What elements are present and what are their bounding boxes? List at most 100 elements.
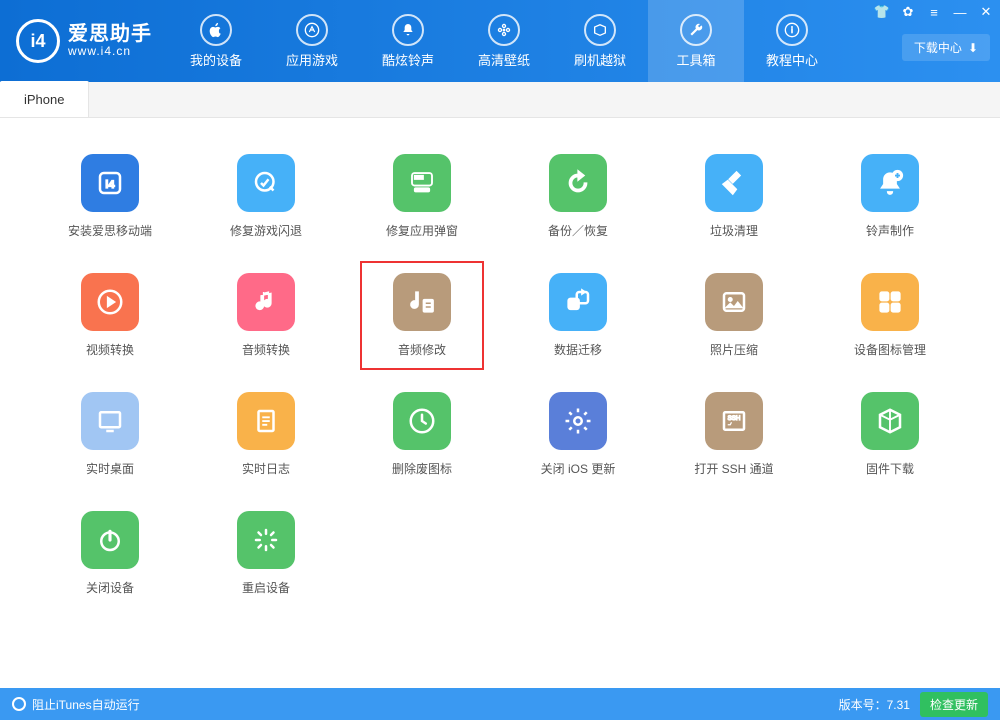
tool-label: 重启设备 [242,579,290,596]
tab-iphone[interactable]: iPhone [0,81,89,117]
tool-audio-convert[interactable]: 音频转换 [198,273,334,358]
brand-sub: www.i4.cn [68,45,152,58]
tool-label: 照片压缩 [710,341,758,358]
tool-label: 音频转换 [242,341,290,358]
tool-label: 实时日志 [242,460,290,477]
tool-label: 打开 SSH 通道 [694,460,773,477]
tool-live-log[interactable]: 实时日志 [198,392,334,477]
window-controls: 👕 ✿ ≡ — ✕ [874,4,994,20]
nav-tutorials[interactable]: 教程中心 [744,0,840,82]
restore-icon [549,154,607,212]
brand-name: 爱思助手 [68,23,152,45]
tool-label: 安装爱思移动端 [68,222,152,239]
notefile-icon [393,273,451,331]
download-center-label: 下载中心 [914,39,962,56]
svg-text:SSH: SSH [728,415,741,422]
block-itunes-label: 阻止iTunes自动运行 [32,696,140,713]
bell-icon [392,14,424,46]
brand-logo: i4 [16,19,60,63]
nav-ringtones[interactable]: 酷炫铃声 [360,0,456,82]
skin-icon[interactable]: 👕 [874,4,890,20]
power-icon [81,511,139,569]
ssh-icon: SSH [705,392,763,450]
settings-icon[interactable]: ✿ [900,4,916,20]
close-button[interactable]: ✕ [978,4,994,20]
tool-label: 视频转换 [86,341,134,358]
nav-wallpapers[interactable]: 高清壁纸 [456,0,552,82]
tool-fix-game-crash[interactable]: 修复游戏闪退 [198,154,334,239]
tool-label: 铃声制作 [866,222,914,239]
nav-label: 我的设备 [190,50,242,69]
play-icon [81,273,139,331]
tool-label: 音频修改 [398,341,446,358]
nav-label: 工具箱 [676,50,715,69]
tool-video-convert[interactable]: 视频转换 [42,273,178,358]
tool-fix-popup[interactable]: 修复应用弹窗 [354,154,490,239]
tool-delete-junk-icons[interactable]: 删除废图标 [354,392,490,477]
appstore-icon [296,14,328,46]
tool-data-migrate[interactable]: 数据迁移 [510,273,646,358]
tool-reboot[interactable]: 重启设备 [198,511,334,596]
box-icon [584,14,616,46]
cube-icon [861,392,919,450]
monitor-icon [81,392,139,450]
appcheck-icon [237,154,295,212]
tool-ringtone-maker[interactable]: 铃声制作 [822,154,958,239]
nav-label: 高清壁纸 [478,50,530,69]
tool-shutdown[interactable]: 关闭设备 [42,511,178,596]
tool-photo-compress[interactable]: 照片压缩 [666,273,802,358]
tool-label: 修复游戏闪退 [230,222,302,239]
tool-live-desktop[interactable]: 实时桌面 [42,392,178,477]
tool-label: 数据迁移 [554,341,602,358]
brand-block: i4 爱思助手 www.i4.cn [0,0,168,82]
toggle-icon [12,697,26,711]
tool-label: 关闭设备 [86,579,134,596]
version-text: 版本号：7.31 [839,696,910,713]
tool-label: 备份／恢复 [548,222,608,239]
grid4-icon [861,273,919,331]
tool-label: 关闭 iOS 更新 [541,460,616,477]
broom-icon [705,154,763,212]
tool-backup-restore[interactable]: 备份／恢复 [510,154,646,239]
tool-clean-junk[interactable]: 垃圾清理 [666,154,802,239]
nav-label: 刷机越狱 [574,50,626,69]
menu-icon[interactable]: ≡ [926,5,942,20]
tool-label: 修复应用弹窗 [386,222,458,239]
wrench-icon [680,14,712,46]
tool-label: 删除废图标 [392,460,452,477]
tool-audio-modify[interactable]: 音频修改 [354,273,490,358]
block-itunes-toggle[interactable]: 阻止iTunes自动运行 [12,696,140,713]
doc-icon [237,392,295,450]
tool-grid: i4 安装爱思移动端 修复游戏闪退 修复应用弹窗 备份／恢复 垃圾清理 铃声制作… [42,154,958,596]
gear-icon [549,392,607,450]
tool-icon-manage[interactable]: 设备图标管理 [822,273,958,358]
device-tabs: iPhone [0,82,1000,118]
nav-label: 应用游戏 [286,50,338,69]
minimize-button[interactable]: — [952,5,968,20]
nav-apps-games[interactable]: 应用游戏 [264,0,360,82]
migrate-icon [549,273,607,331]
toolbox-content: i4 安装爱思移动端 修复游戏闪退 修复应用弹窗 备份／恢复 垃圾清理 铃声制作… [0,118,1000,688]
apple-icon [200,14,232,46]
info-icon [776,14,808,46]
app-header: i4 爱思助手 www.i4.cn 我的设备 应用游戏 酷炫铃声 高清壁纸 刷机… [0,0,1000,82]
download-center-button[interactable]: 下载中心 ⬇ [902,34,990,61]
tool-label: 实时桌面 [86,460,134,477]
nav-toolbox[interactable]: 工具箱 [648,0,744,82]
tool-close-ios-update[interactable]: 关闭 iOS 更新 [510,392,646,477]
i4box-icon: i4 [81,154,139,212]
check-update-button[interactable]: 检查更新 [920,692,988,717]
bellplus-icon [861,154,919,212]
status-bar: 阻止iTunes自动运行 版本号：7.31 检查更新 [0,688,1000,720]
nav-flash[interactable]: 刷机越狱 [552,0,648,82]
tool-open-ssh[interactable]: SSH 打开 SSH 通道 [666,392,802,477]
nav-label: 酷炫铃声 [382,50,434,69]
appleid-icon [393,154,451,212]
tool-label: 垃圾清理 [710,222,758,239]
tool-label: 设备图标管理 [854,341,926,358]
flower-icon [488,14,520,46]
tool-install-mobile[interactable]: i4 安装爱思移动端 [42,154,178,239]
nav-my-device[interactable]: 我的设备 [168,0,264,82]
tool-firmware-dl[interactable]: 固件下载 [822,392,958,477]
note-icon [237,273,295,331]
